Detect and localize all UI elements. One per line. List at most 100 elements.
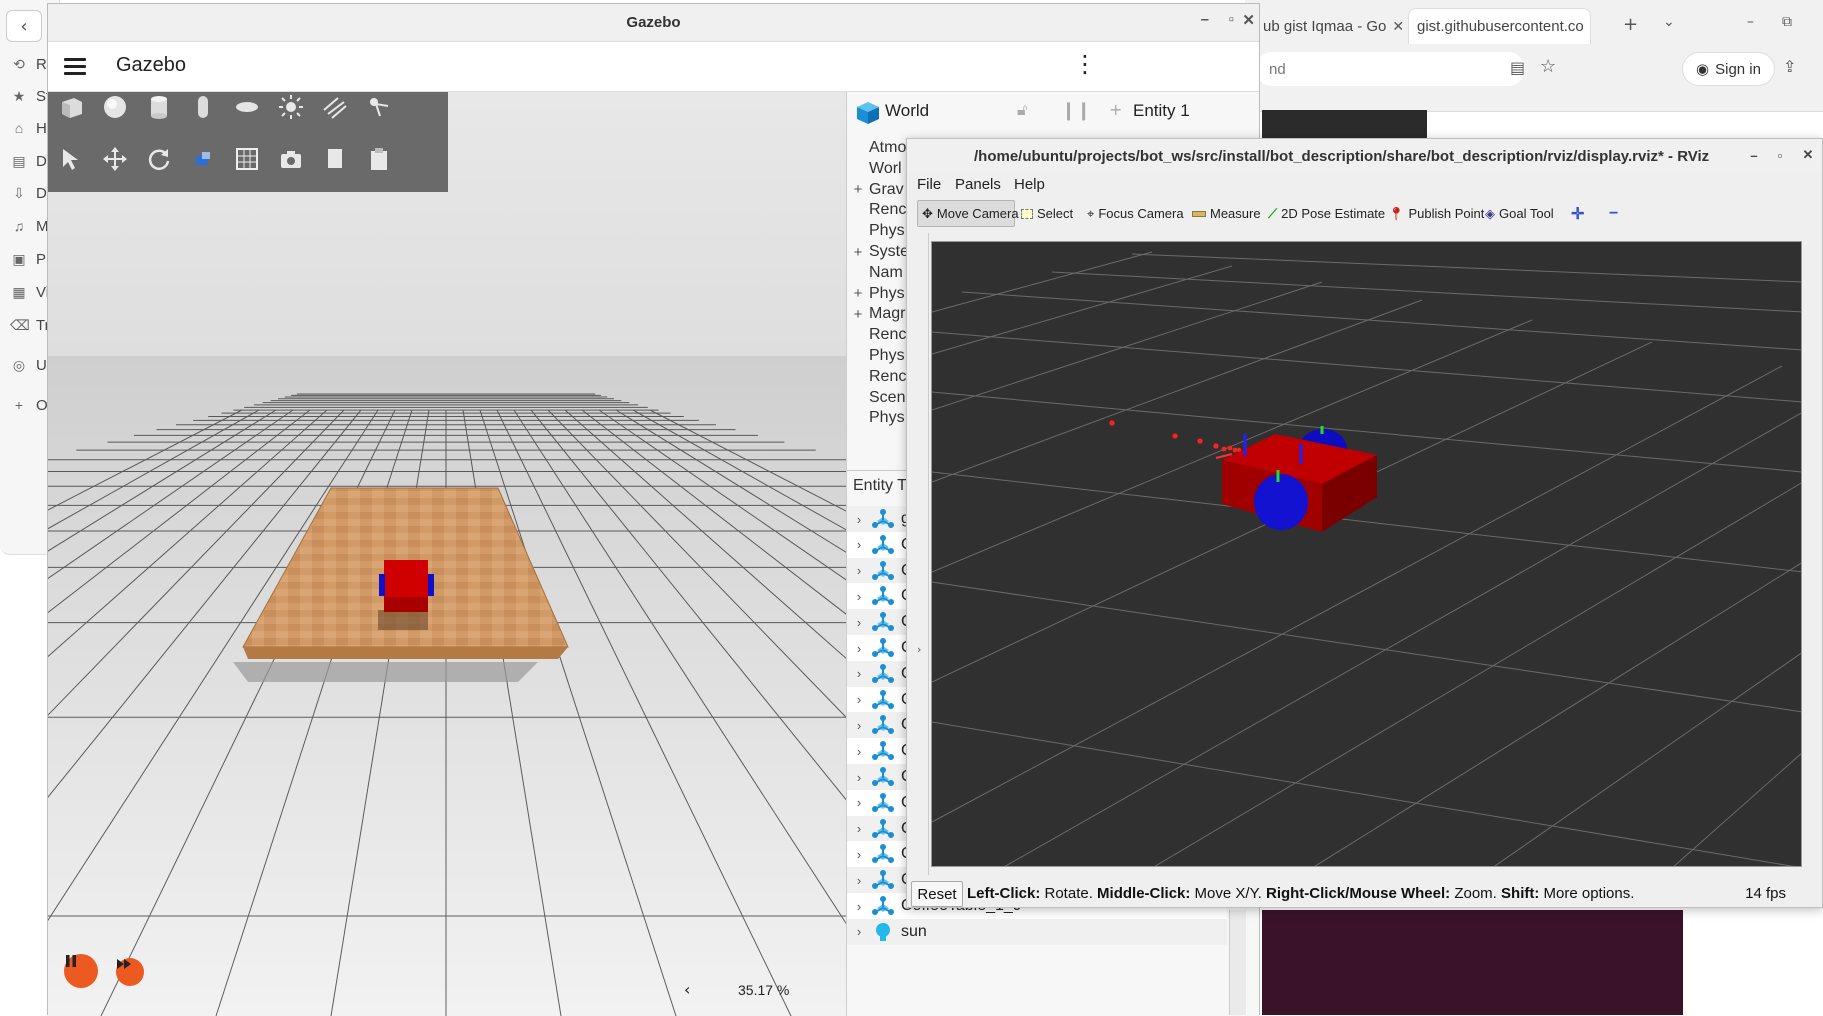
- model-icon: [872, 741, 894, 761]
- tool-publish-point[interactable]: 📍︎ Publish Point: [1384, 200, 1488, 227]
- tool-label: Measure: [1210, 206, 1261, 221]
- chevron-right-icon[interactable]: ›: [847, 641, 871, 656]
- minimize-icon[interactable]: –: [1201, 11, 1209, 28]
- new-tab-icon[interactable]: +: [1623, 14, 1638, 35]
- grid-align-icon[interactable]: [234, 146, 274, 186]
- menu-file[interactable]: File: [917, 176, 941, 193]
- capsule-shape-icon[interactable]: [190, 94, 230, 134]
- chevron-right-icon[interactable]: ›: [847, 692, 871, 707]
- chevron-right-icon[interactable]: ›: [847, 718, 871, 733]
- more-options-icon[interactable]: ⋮: [1073, 52, 1097, 76]
- expand-arrow-icon[interactable]: ›: [917, 643, 921, 656]
- menu-panels[interactable]: Panels: [955, 176, 1001, 193]
- tool-label: Focus Camera: [1098, 206, 1184, 221]
- menu-help[interactable]: Help: [1014, 176, 1045, 193]
- box-shape-icon[interactable]: [58, 94, 98, 134]
- restore-icon[interactable]: ⧉: [1782, 14, 1792, 30]
- translate-icon[interactable]: [102, 146, 142, 186]
- select-arrow-icon[interactable]: [58, 146, 98, 186]
- address-bar[interactable]: nd: [1255, 52, 1525, 86]
- expand-plus-icon[interactable]: +: [847, 306, 869, 323]
- chevron-right-icon[interactable]: ›: [847, 924, 871, 939]
- chevron-right-icon[interactable]: ›: [847, 615, 871, 630]
- tool-move-camera[interactable]: ✥ Move Camera: [917, 200, 1019, 227]
- entity-tree-row[interactable]: › sun: [847, 918, 1227, 945]
- entity-label: Entity 1: [1133, 101, 1190, 120]
- window-title: /home/ubuntu/projects/bot_ws/src/install…: [974, 147, 1710, 165]
- sun-light-icon[interactable]: [278, 94, 318, 134]
- close-icon[interactable]: ✕: [1392, 18, 1404, 35]
- chevron-left-icon[interactable]: ‹: [684, 980, 690, 999]
- bookmark-star-icon[interactable]: ☆: [1540, 56, 1556, 77]
- video-icon: ▦: [12, 283, 26, 300]
- directional-light-icon[interactable]: [322, 94, 362, 134]
- close-icon[interactable]: ✕: [1590, 18, 1591, 35]
- camera-screenshot-icon[interactable]: [278, 146, 318, 186]
- browser-tab-active[interactable]: gist.githubusercontent.co ✕: [1408, 8, 1591, 44]
- add-tool-icon[interactable]: ✛: [1567, 200, 1588, 227]
- reset-button[interactable]: Reset: [911, 881, 963, 907]
- real-time-factor: 35.17 %: [738, 982, 790, 998]
- world-property-label: Magr: [869, 305, 906, 323]
- rviz-left-dock-collapsed[interactable]: ›: [913, 233, 929, 875]
- chevron-right-icon[interactable]: ›: [847, 795, 871, 810]
- minimize-icon[interactable]: –: [1744, 145, 1764, 165]
- chevron-down-icon[interactable]: ⌄: [1663, 14, 1675, 30]
- remove-tool-icon[interactable]: −: [1605, 200, 1622, 227]
- chevron-right-icon[interactable]: ›: [847, 563, 871, 578]
- pause-icon[interactable]: ❙❙: [1061, 100, 1091, 121]
- gazebo-3d-scene[interactable]: ‹ 35.17 %: [48, 92, 846, 1016]
- chevron-right-icon[interactable]: ›: [847, 847, 871, 862]
- maximize-icon[interactable]: ▫: [1229, 11, 1234, 28]
- pause-button[interactable]: [64, 954, 98, 988]
- spot-light-icon[interactable]: [366, 94, 406, 134]
- chevron-right-icon[interactable]: ›: [847, 666, 871, 681]
- snap-icon[interactable]: [190, 146, 230, 186]
- close-icon[interactable]: ✕: [1242, 11, 1255, 29]
- chevron-right-icon[interactable]: ›: [847, 537, 871, 552]
- expand-plus-icon[interactable]: +: [847, 285, 869, 302]
- lock-icon[interactable]: 🔓︎: [1017, 100, 1027, 120]
- cylinder-shape-icon[interactable]: [146, 94, 186, 134]
- close-icon[interactable]: ✕: [1798, 145, 1818, 165]
- tool-goal[interactable]: ◈ Goal Tool: [1481, 200, 1558, 227]
- paste-icon[interactable]: [366, 146, 406, 186]
- world-property-label: Phys: [869, 222, 905, 240]
- chevron-right-icon[interactable]: ›: [847, 873, 871, 888]
- chevron-right-icon[interactable]: ›: [847, 589, 871, 604]
- chevron-right-icon[interactable]: ›: [847, 770, 871, 785]
- rviz-window: /home/ubuntu/projects/bot_ws/src/install…: [906, 138, 1823, 908]
- download-icon: ⇩: [13, 184, 25, 201]
- chevron-right-icon[interactable]: ›: [847, 744, 871, 759]
- add-icon[interactable]: +: [1109, 100, 1122, 119]
- maximize-icon[interactable]: ▫: [1770, 145, 1790, 165]
- home-icon: ⌂: [14, 120, 24, 136]
- chevron-right-icon[interactable]: ›: [847, 899, 871, 914]
- hamburger-menu-icon[interactable]: [64, 54, 86, 78]
- model-icon: [872, 715, 894, 735]
- step-forward-button[interactable]: [116, 958, 144, 986]
- sphere-shape-icon[interactable]: [102, 94, 142, 134]
- copy-icon[interactable]: [322, 146, 362, 186]
- tool-measure[interactable]: Measure: [1188, 200, 1265, 227]
- minimize-icon[interactable]: –: [1747, 14, 1754, 30]
- back-icon[interactable]: ‹: [6, 10, 42, 42]
- tool-focus-camera[interactable]: ⌖ Focus Camera: [1083, 200, 1188, 227]
- extensions-icon[interactable]: ⇪: [1783, 57, 1796, 76]
- sign-in-button[interactable]: ◉ Sign in: [1682, 52, 1775, 86]
- expand-plus-icon[interactable]: +: [847, 244, 869, 261]
- tool-2d-pose-estimate[interactable]: ⟋ 2D Pose Estimate: [1264, 200, 1389, 227]
- browser-tab[interactable]: ub gist Iqmaa - Go ✕: [1255, 8, 1413, 44]
- chevron-right-icon[interactable]: ›: [847, 821, 871, 836]
- tool-select[interactable]: Select: [1017, 200, 1077, 227]
- sidebar-item-label: H: [36, 119, 47, 137]
- entity-tree-scrollbar[interactable]: [1229, 910, 1246, 1015]
- rotate-icon[interactable]: [146, 146, 186, 186]
- rviz-3d-view[interactable]: [931, 241, 1802, 867]
- reader-icon[interactable]: ▤: [1510, 58, 1525, 77]
- model-icon: [872, 560, 894, 580]
- chevron-right-icon[interactable]: ›: [847, 512, 871, 527]
- ellipsoid-shape-icon[interactable]: [234, 94, 274, 134]
- picture-icon: ▣: [12, 250, 26, 267]
- expand-plus-icon[interactable]: +: [847, 181, 869, 198]
